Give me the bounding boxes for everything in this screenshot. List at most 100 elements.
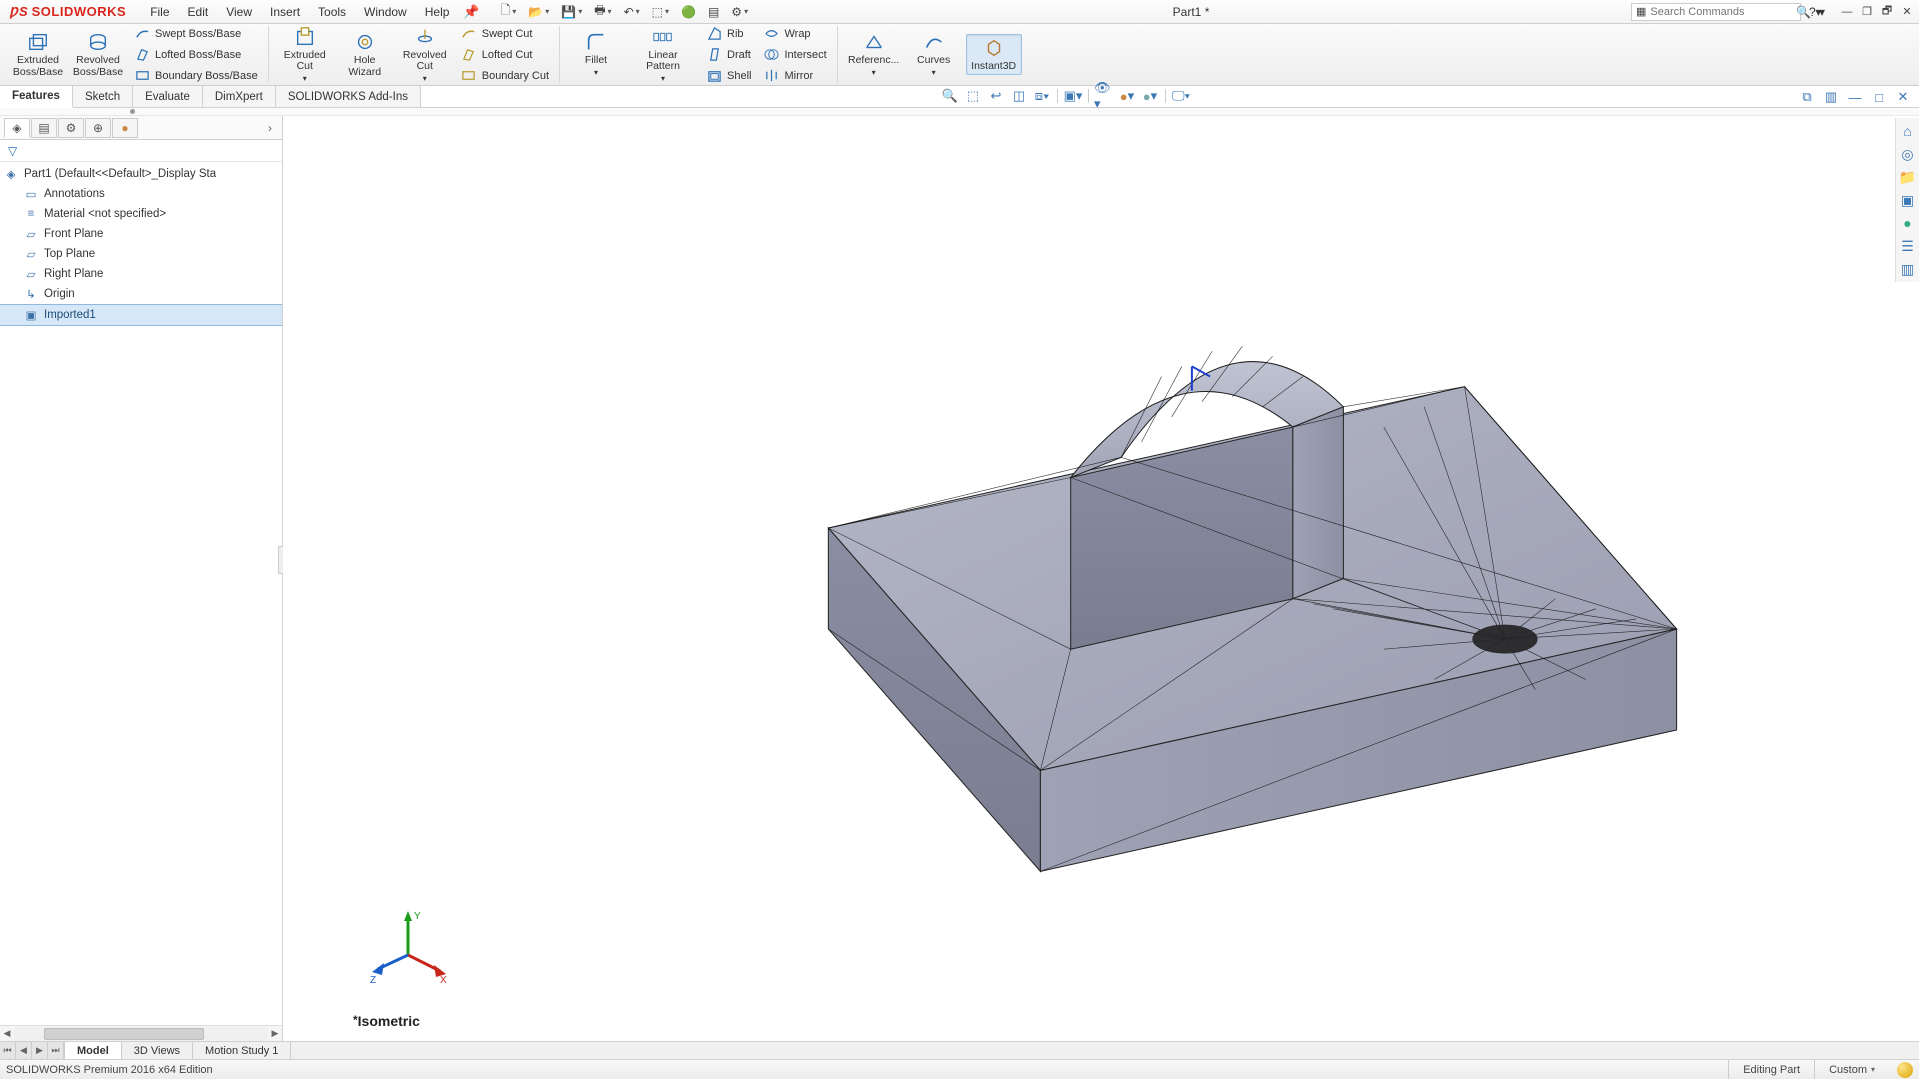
qat-select[interactable]: ⬚▾ xyxy=(649,4,672,20)
tab-nav-next-icon[interactable]: ▶ xyxy=(32,1042,48,1059)
taskpane-custom-props-icon[interactable]: ☰ xyxy=(1897,235,1919,257)
tab-evaluate[interactable]: Evaluate xyxy=(133,86,203,107)
help-icon[interactable]: ? ▾ xyxy=(1809,5,1825,19)
tree-imported1[interactable]: ▣ Imported1 xyxy=(0,304,282,326)
status-rebuild-icon[interactable] xyxy=(1897,1062,1913,1078)
taskpane-appearances-icon[interactable]: ● xyxy=(1897,212,1919,234)
configuration-manager-tab-icon[interactable]: ⚙ xyxy=(58,118,84,138)
filter-icon[interactable]: ▽ xyxy=(8,144,17,158)
menu-tools[interactable]: Tools xyxy=(310,2,354,22)
vp-maximize-icon[interactable]: □ xyxy=(1869,88,1889,106)
qat-options-list[interactable]: ▤ xyxy=(705,4,722,20)
swept-boss-button[interactable]: Swept Boss/Base xyxy=(130,24,262,44)
boundary-boss-button[interactable]: Boundary Boss/Base xyxy=(130,66,262,86)
bottom-tab-3dviews[interactable]: 3D Views xyxy=(122,1042,193,1059)
draft-button[interactable]: Draft xyxy=(702,45,755,65)
tab-nav-last-icon[interactable]: ⏭ xyxy=(48,1042,64,1059)
vp-split-icon[interactable]: ▥ xyxy=(1821,88,1841,106)
section-view-icon[interactable]: ◫ xyxy=(1009,87,1029,105)
shell-button[interactable]: Shell xyxy=(702,66,755,86)
search-commands[interactable]: ▦ 🔍 ▾ xyxy=(1631,3,1801,21)
zoom-fit-icon[interactable]: 🔍 xyxy=(940,87,960,105)
reference-geometry-button[interactable]: Referenc... ▾ xyxy=(846,28,902,80)
bottom-tab-model[interactable]: Model xyxy=(65,1042,122,1059)
manager-expand-icon[interactable]: › xyxy=(262,121,278,135)
status-mode[interactable]: Editing Part xyxy=(1728,1060,1814,1079)
hscroll-thumb[interactable] xyxy=(44,1028,204,1040)
taskpane-file-explorer-icon[interactable]: 📁 xyxy=(1897,166,1919,188)
display-manager-tab-icon[interactable]: ● xyxy=(112,118,138,138)
view-orientation-icon[interactable]: ⧈▾ xyxy=(1032,87,1052,105)
hscroll-right-icon[interactable]: ▶ xyxy=(268,1027,282,1041)
tab-nav-first-icon[interactable]: ⏮ xyxy=(0,1042,16,1059)
menu-file[interactable]: File xyxy=(142,2,177,22)
menu-edit[interactable]: Edit xyxy=(180,2,217,22)
hole-wizard-button[interactable]: Hole Wizard xyxy=(337,28,393,81)
qat-undo[interactable]: ↶▾ xyxy=(621,4,643,20)
qat-rebuild[interactable]: 🟢 xyxy=(678,4,699,20)
tree-origin[interactable]: ↳ Origin xyxy=(0,284,282,304)
bottom-tab-motion-study[interactable]: Motion Study 1 xyxy=(193,1042,291,1059)
vp-link-icon[interactable]: ⧉ xyxy=(1797,88,1817,106)
revolved-cut-button[interactable]: Revolved Cut ▾ xyxy=(397,23,453,87)
fillet-button[interactable]: Fillet ▾ xyxy=(568,28,624,80)
view-settings-icon[interactable]: 🖵▾ xyxy=(1171,87,1191,105)
instant3d-button[interactable]: Instant3D xyxy=(966,34,1022,76)
doc-restore-icon[interactable]: 🗗 xyxy=(1879,5,1895,19)
lofted-cut-button[interactable]: Lofted Cut xyxy=(457,45,553,65)
tree-root-part[interactable]: ◈ Part1 (Default<<Default>_Display Sta xyxy=(0,164,282,184)
linear-pattern-button[interactable]: Linear Pattern ▾ xyxy=(628,23,698,87)
taskpane-design-library-icon[interactable]: ◎ xyxy=(1897,143,1919,165)
lofted-boss-button[interactable]: Lofted Boss/Base xyxy=(130,45,262,65)
zoom-area-icon[interactable]: ⬚ xyxy=(963,87,983,105)
tree-material[interactable]: ≡ Material <not specified> xyxy=(0,204,282,224)
property-manager-tab-icon[interactable]: ▤ xyxy=(31,118,57,138)
tab-sketch[interactable]: Sketch xyxy=(73,86,133,107)
window-minimize-icon[interactable]: — xyxy=(1839,5,1855,19)
tree-top-plane[interactable]: ▱ Top Plane xyxy=(0,244,282,264)
hscroll-track[interactable] xyxy=(14,1027,268,1041)
swept-cut-button[interactable]: Swept Cut xyxy=(457,24,553,44)
taskpane-home-icon[interactable]: ⌂ xyxy=(1897,120,1919,142)
tab-nav-prev-icon[interactable]: ◀ xyxy=(16,1042,32,1059)
revolved-boss-button[interactable]: Revolved Boss/Base xyxy=(70,28,126,81)
pin-icon[interactable]: 📌 xyxy=(463,4,479,20)
hscroll-left-icon[interactable]: ◀ xyxy=(0,1027,14,1041)
vp-minimize-icon[interactable]: — xyxy=(1845,88,1865,106)
vp-close-icon[interactable]: ✕ xyxy=(1893,88,1913,106)
tree-annotations[interactable]: ▭ Annotations xyxy=(0,184,282,204)
search-input[interactable] xyxy=(1650,6,1792,18)
status-units[interactable]: Custom▾ xyxy=(1814,1060,1889,1079)
display-style-icon[interactable]: ▣▾ xyxy=(1063,87,1083,105)
qat-settings[interactable]: ⚙▾ xyxy=(728,4,751,20)
taskpane-view-palette-icon[interactable]: ▣ xyxy=(1897,189,1919,211)
feature-manager-tab-icon[interactable]: ◈ xyxy=(4,118,30,138)
taskpane-forum-icon[interactable]: ▥ xyxy=(1897,258,1919,280)
menu-help[interactable]: Help xyxy=(417,2,458,22)
panel-hscrollbar[interactable]: ◀ ▶ xyxy=(0,1025,282,1041)
qat-print[interactable]: 🖶▾ xyxy=(591,0,614,23)
menu-view[interactable]: View xyxy=(218,2,260,22)
edit-appearance-icon[interactable]: ●▾ xyxy=(1117,87,1137,105)
window-restore-icon[interactable]: ❐ xyxy=(1859,5,1875,19)
extruded-cut-button[interactable]: Extruded Cut ▾ xyxy=(277,23,333,87)
previous-view-icon[interactable]: ↩ xyxy=(986,87,1006,105)
window-close-icon[interactable]: ✕ xyxy=(1899,5,1915,19)
boundary-cut-button[interactable]: Boundary Cut xyxy=(457,66,553,86)
dimxpert-manager-tab-icon[interactable]: ⊕ xyxy=(85,118,111,138)
extruded-boss-button[interactable]: Extruded Boss/Base xyxy=(10,28,66,81)
menu-window[interactable]: Window xyxy=(356,2,415,22)
apply-scene-icon[interactable]: ●▾ xyxy=(1140,87,1160,105)
curves-button[interactable]: Curves ▾ xyxy=(906,28,962,80)
qat-save[interactable]: 💾▾ xyxy=(558,4,585,20)
mirror-button[interactable]: Mirror xyxy=(759,66,830,86)
menu-insert[interactable]: Insert xyxy=(262,2,308,22)
qat-open[interactable]: 📂▾ xyxy=(525,4,552,20)
tree-front-plane[interactable]: ▱ Front Plane xyxy=(0,224,282,244)
qat-new[interactable]: 🗋▾ xyxy=(498,0,520,23)
orientation-triad[interactable]: Y X Z xyxy=(368,905,448,985)
tab-addins[interactable]: SOLIDWORKS Add-Ins xyxy=(276,86,421,107)
tab-dimxpert[interactable]: DimXpert xyxy=(203,86,276,107)
intersect-button[interactable]: Intersect xyxy=(759,45,830,65)
wrap-button[interactable]: Wrap xyxy=(759,24,830,44)
